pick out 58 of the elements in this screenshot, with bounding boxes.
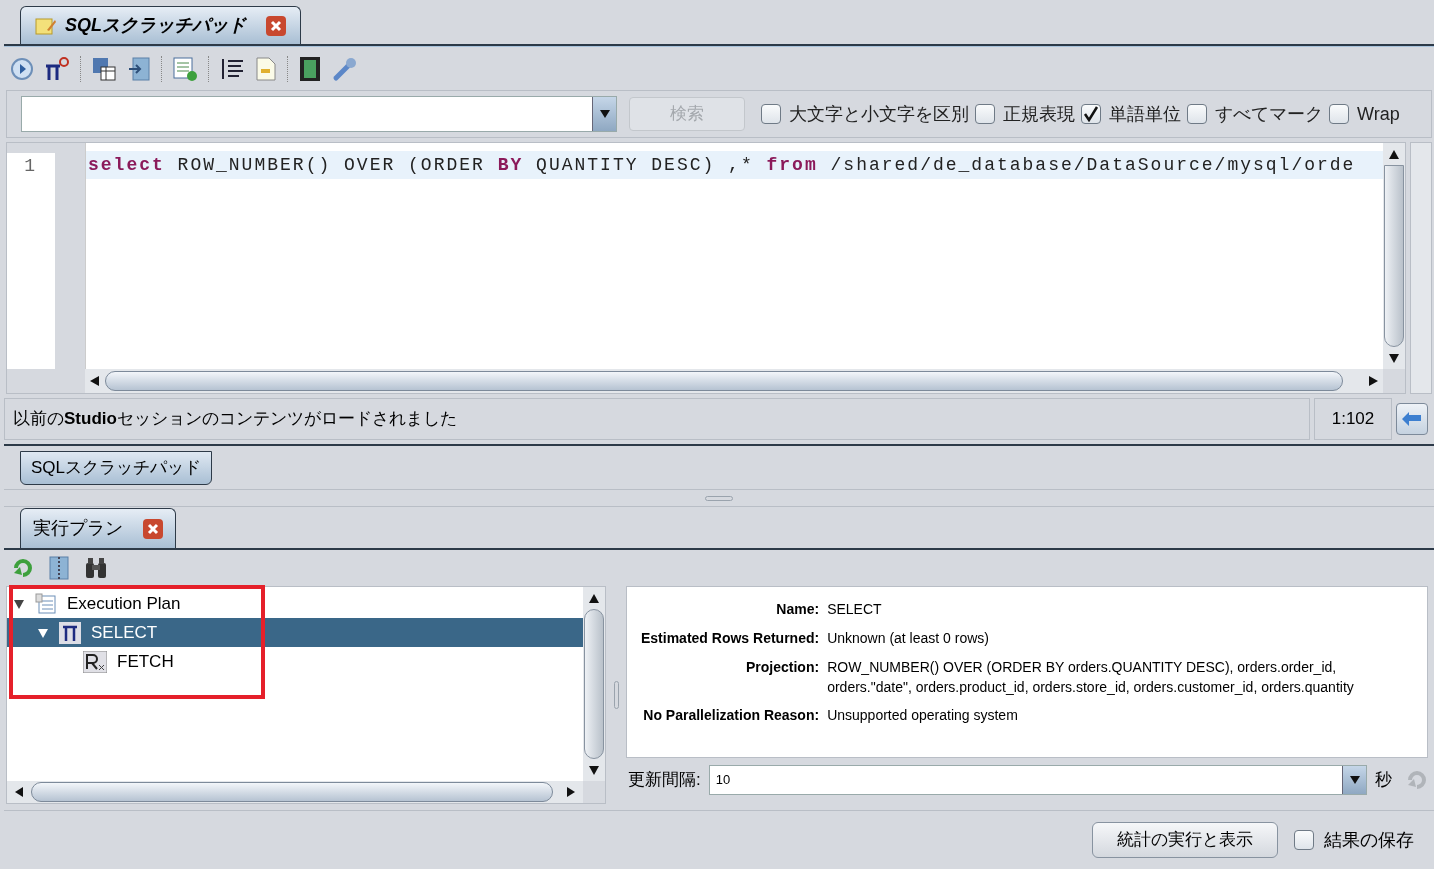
property-label: Name: — [775, 600, 820, 619]
pi-icon — [59, 621, 81, 644]
zipper-icon[interactable] — [48, 556, 70, 580]
add-table-icon[interactable] — [172, 55, 198, 82]
pi-sigma-icon[interactable] — [44, 55, 70, 82]
property-value: Unsupported operating system — [827, 706, 1019, 725]
indent-icon[interactable] — [219, 56, 245, 81]
option-label: 大文字と小文字を区別 — [789, 102, 969, 126]
property-value: SELECT — [827, 600, 883, 619]
vertical-scrollbar[interactable] — [583, 587, 605, 781]
cursor-position: 1:102 — [1314, 398, 1392, 440]
option-label: すべてマーク — [1215, 102, 1323, 126]
expander-icon[interactable] — [13, 597, 25, 610]
save-icon[interactable] — [91, 55, 117, 82]
checkbox[interactable] — [1187, 104, 1207, 124]
editor-tab[interactable]: SQLスクラッチパッド — [20, 6, 301, 44]
property-label: Estimated Rows Returned: — [641, 629, 820, 648]
checkbox[interactable] — [761, 104, 781, 124]
line-number: 1 — [23, 155, 36, 178]
import-icon[interactable] — [127, 55, 151, 82]
wrench-icon[interactable] — [332, 55, 358, 82]
option-label: 正規表現 — [1003, 102, 1075, 126]
code-editor[interactable]: select ROW_NUMBER() OVER (ORDER BY QUANTITY DESC) ,* from /shared/de_database/DataSource/mysql/orde — [85, 143, 1383, 369]
status-message: 以前のStudioセッションのコンテンツがロードされました — [4, 398, 1310, 440]
notepad-icon — [35, 15, 57, 36]
refresh-interval-combo[interactable]: 10 — [708, 765, 1367, 795]
tab-title: 実行プラン — [33, 517, 123, 540]
option-label: 単語単位 — [1109, 102, 1181, 126]
table-icon — [35, 592, 57, 615]
relation-icon — [83, 650, 107, 673]
tree-item[interactable]: FETCH — [7, 647, 583, 676]
horizontal-scrollbar[interactable] — [85, 369, 1383, 393]
option-label: Wrap — [1357, 102, 1400, 126]
save-results-label: 結果の保存 — [1324, 828, 1414, 852]
expander-icon[interactable] — [37, 626, 49, 639]
tab-title: SQLスクラッチパッド — [65, 14, 246, 37]
refresh-interval-value: 10 — [714, 771, 732, 790]
run-icon[interactable] — [10, 56, 34, 81]
checkbox[interactable] — [1329, 104, 1349, 124]
view-tab[interactable]: SQLスクラッチパッド — [20, 450, 213, 485]
tree-item[interactable]: Execution Plan — [7, 589, 583, 618]
binoculars-icon[interactable] — [84, 557, 108, 579]
tree-item[interactable]: SELECT — [7, 618, 583, 647]
run-statistics-button[interactable]: 統計の実行と表示 — [1092, 822, 1278, 858]
plan-tab[interactable]: 実行プラン — [20, 508, 176, 548]
property-value: Unknown (at least 0 rows) — [827, 629, 990, 648]
splitter-handle[interactable] — [705, 495, 733, 501]
seconds-unit: 秒 — [1375, 769, 1392, 792]
checkbox[interactable] — [975, 104, 995, 124]
horizontal-scrollbar[interactable] — [7, 781, 583, 803]
splitter-handle[interactable] — [613, 681, 619, 709]
refresh-interval-label: 更新間隔: — [628, 769, 701, 792]
checkbox[interactable] — [1294, 830, 1314, 850]
property-value: ROW_NUMBER() OVER (ORDER BY orders.QUANTITY DESC), orders.order_id, orders."date", orders.product_id, orders.store_id, orders.customer_id, orders.quantity — [827, 658, 1355, 697]
property-label: No Parallelization Reason: — [642, 706, 820, 725]
film-icon[interactable] — [298, 55, 322, 82]
vertical-scrollbar[interactable] — [1383, 143, 1405, 369]
property-label: Projection: — [745, 658, 820, 677]
